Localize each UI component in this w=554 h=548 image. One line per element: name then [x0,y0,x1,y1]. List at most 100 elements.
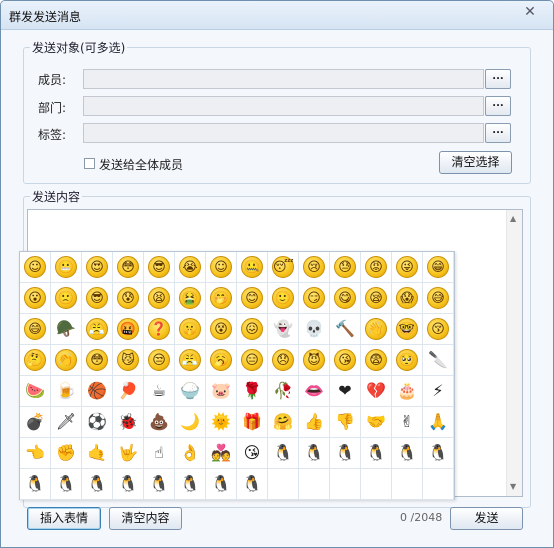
emoji-cell[interactable]: ❤ [330,376,361,407]
send-all-checkbox[interactable] [84,158,95,169]
emoji-cell[interactable]: 💣 [20,407,51,438]
members-field[interactable] [83,69,484,89]
emoji-cell[interactable]: 🔨 [330,314,361,345]
emoji-cell[interactable]: 😞 [268,345,299,376]
emoji-cell[interactable]: 👎 [330,407,361,438]
emoji-cell[interactable]: 😖 [237,314,268,345]
emoji-cell[interactable]: 🍉 [20,376,51,407]
emoji-cell[interactable]: 🌙 [175,407,206,438]
emoji-cell[interactable]: ☺ [206,252,237,283]
emoji-cell[interactable]: 😊 [237,283,268,314]
emoji-cell[interactable]: 💀 [299,314,330,345]
emoji-cell[interactable]: 👍 [299,407,330,438]
emoji-cell[interactable]: 😢 [299,252,330,283]
scroll-up-icon[interactable]: ▲ [510,214,516,223]
emoji-cell[interactable]: 👻 [268,314,299,345]
emoji-cell[interactable]: 🏀 [82,376,113,407]
emoji-cell[interactable]: 😵 [206,314,237,345]
emoji-cell[interactable]: 🤔 [20,345,51,376]
emoji-cell[interactable]: 🙂 [268,283,299,314]
emoji-cell[interactable]: 🐧 [113,469,144,500]
emoji-cell[interactable]: 🎁 [237,407,268,438]
emoji-cell[interactable]: ⚡ [423,376,454,407]
emoji-cell[interactable]: 🥀 [268,376,299,407]
emoji-cell[interactable]: 😤 [82,314,113,345]
content-scrollbar[interactable]: ▲ ▼ [506,210,522,496]
emoji-cell[interactable]: 🤮 [175,283,206,314]
emoji-cell[interactable]: 👋 [361,314,392,345]
emoji-cell[interactable]: 🤗 [268,407,299,438]
emoji-cell[interactable]: ✌ [392,407,423,438]
emoji-cell[interactable]: 😘 [330,345,361,376]
emoji-cell[interactable]: 😎 [144,252,175,283]
send-all-label[interactable]: 发送给全体成员 [99,156,183,173]
emoji-cell[interactable]: 🌞 [206,407,237,438]
clear-content-button[interactable]: 清空内容 [109,507,182,530]
emoji-cell[interactable]: 🐧 [330,438,361,469]
emoji-cell[interactable]: 😋 [330,283,361,314]
emoji-cell[interactable]: ☝ [144,438,175,469]
emoji-cell[interactable]: 🪖 [51,314,82,345]
emoji-cell[interactable]: 🐧 [299,438,330,469]
emoji-cell[interactable]: 😁 [423,252,454,283]
emoji-cell[interactable]: 😭 [175,252,206,283]
emoji-cell[interactable]: 💑 [206,438,237,469]
emoji-cell[interactable]: 🤙 [82,438,113,469]
emoji-cell[interactable]: 🗡 [51,407,82,438]
emoji-cell[interactable]: 😓 [330,252,361,283]
emoji-cell[interactable]: 🐧 [51,469,82,500]
emoji-cell[interactable]: 😪 [361,283,392,314]
emoji-cell[interactable]: 🐞 [113,407,144,438]
emoji-cell[interactable]: 🤟 [113,438,144,469]
emoji-cell[interactable]: 😬 [51,252,82,283]
emoji-cell[interactable]: 💔 [361,376,392,407]
emoji-cell[interactable]: 🥺 [392,345,423,376]
emoji-cell[interactable]: 😮 [20,283,51,314]
emoji-cell[interactable]: 😳 [82,345,113,376]
emoji-cell[interactable]: 🐧 [20,469,51,500]
emoji-cell[interactable]: 🐷 [206,376,237,407]
emoji-cell[interactable]: 😡 [361,252,392,283]
emoji-cell[interactable]: 🎂 [392,376,423,407]
tags-field[interactable] [83,123,484,143]
scroll-down-icon[interactable]: ▼ [510,482,516,491]
emoji-cell[interactable]: 🏓 [113,376,144,407]
emoji-cell[interactable]: 🐧 [423,438,454,469]
emoji-cell[interactable]: 🙏 [423,407,454,438]
departments-field[interactable] [83,96,484,116]
emoji-cell[interactable]: 🐧 [392,438,423,469]
emoji-cell[interactable]: 🥱 [206,345,237,376]
emoji-cell[interactable]: 👌 [175,438,206,469]
emoji-cell[interactable]: 😤 [175,345,206,376]
emoji-cell[interactable]: ❓ [144,314,175,345]
emoji-cell[interactable]: 🐧 [82,469,113,500]
emoji-cell[interactable]: 🤫 [175,314,206,345]
emoji-cell[interactable]: 👄 [299,376,330,407]
emoji-cell[interactable]: 👏 [51,345,82,376]
emoji-cell[interactable]: 😏 [299,283,330,314]
emoji-cell[interactable]: 😎 [82,283,113,314]
emoji-cell[interactable]: 😍 [82,252,113,283]
emoji-cell[interactable]: 💩 [144,407,175,438]
emoji-cell[interactable]: 😚 [423,314,454,345]
emoji-cell[interactable]: 😄 [20,314,51,345]
emoji-cell[interactable]: 😨 [361,345,392,376]
emoji-cell[interactable]: 🐧 [268,438,299,469]
emoji-cell[interactable]: 🤝 [361,407,392,438]
emoji-cell[interactable]: ⚽ [82,407,113,438]
emoji-cell[interactable]: 🤐 [237,252,268,283]
emoji-cell[interactable]: 😱 [392,283,423,314]
emoji-cell[interactable]: 🍚 [175,376,206,407]
emoji-cell[interactable]: 🐧 [361,438,392,469]
close-icon[interactable]: ✕ [519,3,541,21]
insert-emoji-button[interactable]: 插入表情 [27,507,101,530]
emoji-cell[interactable]: 😅 [423,283,454,314]
clear-selection-button[interactable]: 清空选择 [439,151,512,174]
emoji-cell[interactable]: 🐧 [237,469,268,500]
emoji-cell[interactable]: 🔪 [423,345,454,376]
emoji-cell[interactable]: 😈 [299,345,330,376]
emoji-cell[interactable]: ✊ [51,438,82,469]
emoji-cell[interactable]: 😜 [392,252,423,283]
emoji-cell[interactable]: 😘 [237,438,268,469]
emoji-cell[interactable]: 🤭 [206,283,237,314]
